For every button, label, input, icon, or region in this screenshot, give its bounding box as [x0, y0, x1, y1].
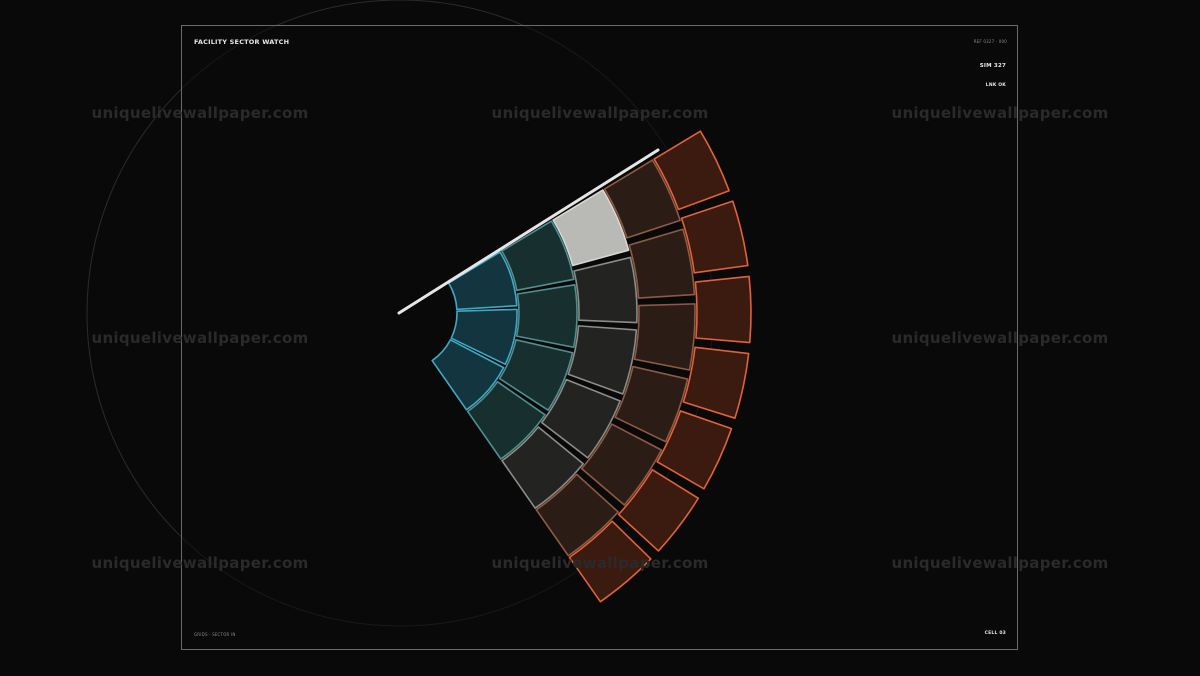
- watermark: uniquelivewallpaper.com: [891, 329, 1109, 347]
- footer-right-label: CELL 03: [984, 631, 1006, 636]
- watermark: uniquelivewallpaper.com: [91, 329, 309, 347]
- watermark: uniquelivewallpaper.com: [491, 554, 709, 572]
- hud-meta: REF 0327 · 000: [973, 39, 1007, 44]
- watermark: uniquelivewallpaper.com: [891, 554, 1109, 572]
- sim-label: SIM 327: [979, 63, 1006, 69]
- watermark: uniquelivewallpaper.com: [91, 104, 309, 122]
- watermark: uniquelivewallpaper.com: [891, 104, 1109, 122]
- watermark: uniquelivewallpaper.com: [91, 554, 309, 572]
- footer-left-label: GRIDS · SECTOR IN: [194, 632, 236, 637]
- radar-screen: FACILITY SECTOR WATCH REF 0327 · 000 SIM…: [0, 0, 1200, 676]
- watermark: uniquelivewallpaper.com: [491, 104, 709, 122]
- hud-title: FACILITY SECTOR WATCH: [194, 38, 290, 46]
- link-status: LNK OK: [985, 83, 1006, 88]
